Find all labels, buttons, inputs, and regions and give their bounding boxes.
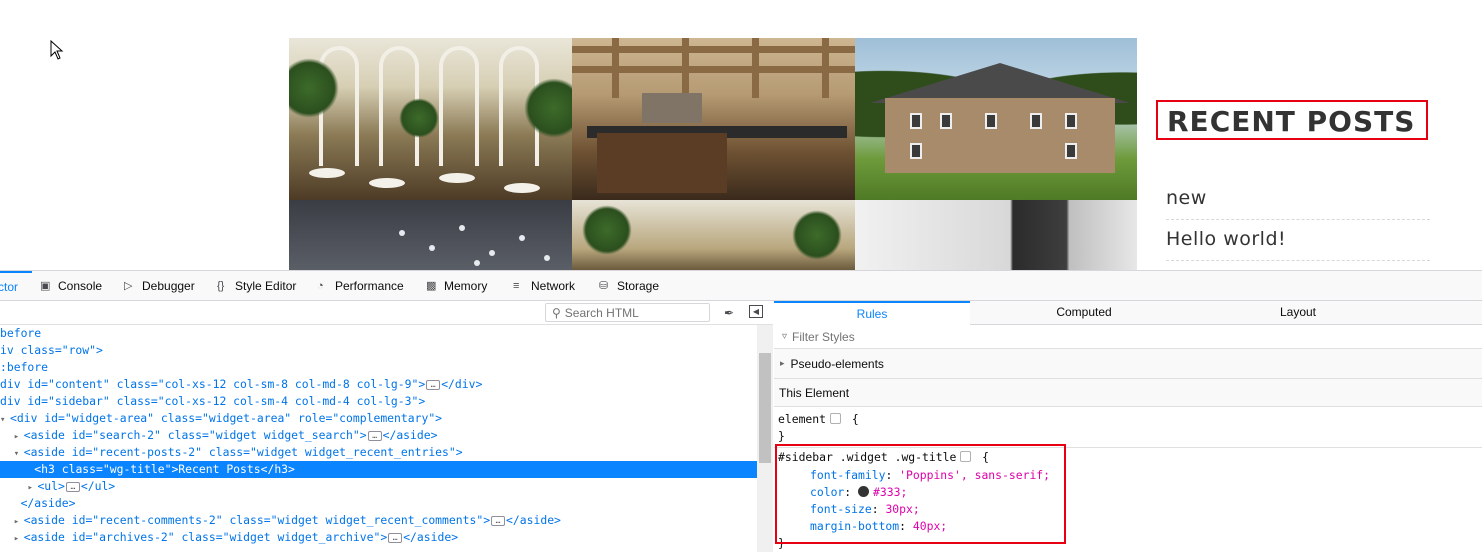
tab-inspector[interactable]: ctor: [0, 271, 32, 301]
sidebar-tabs: Rules Computed Layout: [774, 301, 1482, 325]
filter-icon: ▿: [782, 331, 788, 342]
gallery-image-interior[interactable]: [855, 200, 1137, 270]
database-icon: ⛁: [599, 279, 609, 292]
gallery-image-lights[interactable]: [289, 200, 572, 270]
markup-node[interactable]: ▸ <aside id="search-2" class="widget widg…: [0, 427, 757, 444]
page-preview: RECENT POSTS new Hello world!: [0, 0, 1482, 270]
markup-node[interactable]: div id="content" class="col-xs-12 col-sm…: [0, 376, 757, 393]
ellipsis-icon[interactable]: …: [491, 515, 506, 526]
markup-node[interactable]: ▾ <div id="widget-area" class="widget-are…: [0, 410, 757, 427]
tab-network-label: Network: [531, 279, 576, 293]
markup-scrollbar-thumb[interactable]: [759, 353, 771, 463]
tab-debugger-label: Debugger: [142, 279, 195, 293]
chevron-right-icon: ▸: [780, 358, 785, 368]
recent-post-link-hello-world[interactable]: Hello world!: [1166, 228, 1430, 250]
gauge-icon: ◔: [317, 279, 324, 292]
network-icon: ≡: [513, 279, 520, 292]
tab-console[interactable]: ▣ Console: [40, 271, 102, 301]
tab-style-editor-label: Style Editor: [235, 279, 297, 293]
search-html-placeholder: Search HTML: [564, 305, 639, 320]
tab-storage-label: Storage: [617, 279, 660, 293]
tab-inspector-label: ctor: [0, 280, 19, 294]
gallery-image-atrium[interactable]: [289, 38, 572, 200]
post-divider: [1166, 260, 1430, 261]
tab-computed[interactable]: Computed: [986, 301, 1182, 325]
braces-icon: {}: [217, 279, 225, 292]
markup-node-selected[interactable]: <h3 class="wg-title">Recent Posts</h3>: [0, 461, 757, 478]
pseudo-elements-toggle[interactable]: ▸ Pseudo-elements: [774, 349, 1482, 379]
memory-chip-icon: ▩: [426, 279, 437, 292]
tab-memory[interactable]: ▩ Memory: [426, 271, 487, 301]
ellipsis-icon[interactable]: …: [65, 481, 80, 492]
gallery-image-atrium-2[interactable]: [572, 200, 855, 270]
devtools-panel: ctor ▣ Console ▷ Debugger {} Style Edito…: [0, 270, 1482, 552]
gallery-image-kitchen[interactable]: [572, 38, 855, 200]
chevron-right-icon[interactable]: ▸: [14, 531, 24, 548]
markup-node[interactable]: iv class="row">: [0, 342, 757, 359]
markup-pane: ⚲ Search HTML ✒ ◀ before iv class="row">…: [0, 301, 773, 552]
mouse-cursor-icon: [50, 40, 64, 60]
tab-rules[interactable]: Rules: [774, 301, 970, 325]
markup-tree: before iv class="row"> :before div id="c…: [0, 325, 757, 552]
console-icon: ▣: [40, 279, 51, 292]
markup-node[interactable]: ▸ <ul>… </ul>: [0, 478, 757, 495]
devtools-toolbar: ctor ▣ Console ▷ Debugger {} Style Edito…: [0, 271, 1482, 301]
this-element-label: This Element: [779, 385, 850, 400]
tab-memory-label: Memory: [444, 279, 488, 293]
post-divider: [1166, 219, 1430, 220]
filter-styles-input[interactable]: ▿ Filter Styles: [774, 325, 1482, 349]
eyedropper-icon[interactable]: ✒: [721, 305, 737, 321]
tab-performance-label: Performance: [335, 279, 404, 293]
element-rule[interactable]: element {: [778, 411, 859, 428]
recent-post-link-new[interactable]: new: [1166, 187, 1430, 209]
image-gallery: [289, 38, 1137, 270]
tab-debugger[interactable]: ▷ Debugger: [124, 271, 195, 301]
markup-node[interactable]: </aside>: [0, 495, 757, 512]
markup-node[interactable]: ▸ <aside id="recent-comments-2" class="wi…: [0, 512, 757, 529]
markup-node[interactable]: :before: [0, 359, 757, 376]
recent-posts-heading: RECENT POSTS: [1167, 105, 1416, 138]
rule-highlight-box: [775, 444, 1066, 544]
debugger-icon: ▷: [124, 279, 133, 292]
toggle-sidebar-icon[interactable]: ◀: [749, 305, 763, 318]
gallery-image-house[interactable]: [855, 38, 1137, 200]
markup-node[interactable]: div id="sidebar" class="col-xs-12 col-sm…: [0, 393, 757, 410]
filter-styles-placeholder: Filter Styles: [792, 329, 855, 344]
tab-console-label: Console: [58, 279, 103, 293]
rule-closing-brace: }: [778, 429, 785, 443]
this-element-header: This Element: [774, 379, 1482, 407]
markup-node[interactable]: ▸ <aside id="archives-2" class="widget wi…: [0, 529, 757, 546]
markup-node[interactable]: ▾ <aside id="recent-posts-2" class="widge…: [0, 444, 757, 461]
markup-toolbar: ⚲ Search HTML ✒ ◀: [0, 301, 773, 325]
ellipsis-icon[interactable]: …: [388, 532, 403, 543]
pseudo-elements-label: Pseudo-elements: [790, 356, 884, 371]
markup-node[interactable]: before: [0, 325, 757, 342]
tab-storage[interactable]: ⛁ Storage: [599, 271, 659, 301]
tab-layout[interactable]: Layout: [1200, 301, 1396, 325]
search-html-input[interactable]: ⚲ Search HTML: [545, 303, 710, 322]
search-icon: ⚲: [552, 305, 561, 320]
recent-posts-widget-title: RECENT POSTS: [1156, 100, 1428, 140]
gear-icon[interactable]: [830, 413, 842, 424]
tab-network[interactable]: ≡ Network: [513, 271, 575, 301]
tab-performance[interactable]: ◔ Performance: [317, 271, 404, 301]
tab-style-editor[interactable]: {} Style Editor: [217, 271, 296, 301]
ellipsis-icon[interactable]: …: [426, 379, 441, 390]
screen: RECENT POSTS new Hello world! ctor ▣ Con…: [0, 0, 1482, 552]
ellipsis-icon[interactable]: …: [367, 430, 382, 441]
